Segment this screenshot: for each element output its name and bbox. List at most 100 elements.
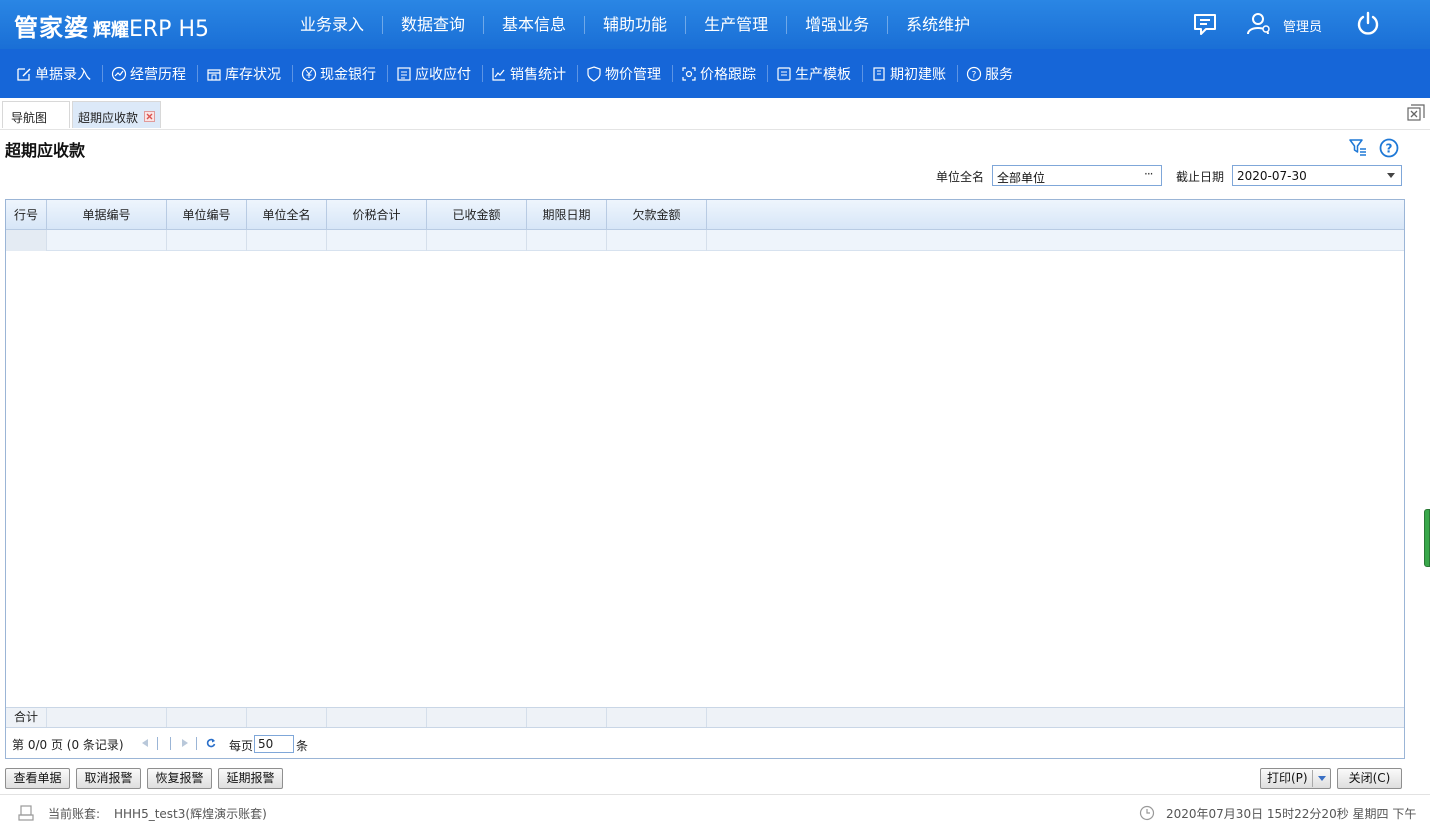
toolbar-label: 物价管理 [605, 66, 661, 83]
pager-divider [196, 737, 197, 750]
close-all-tabs-icon[interactable] [1407, 104, 1425, 122]
logo: 管家婆 辉耀 ERP H5 [14, 8, 209, 42]
toolbar-inventory[interactable]: 库存状况 [198, 65, 293, 83]
user-icon[interactable] [1246, 11, 1272, 37]
nav-item-data-query[interactable]: 数据查询 [383, 15, 485, 34]
toolbar-production-template[interactable]: 生产模板 [768, 65, 863, 83]
main-nav: 业务录入 数据查询 基本信息 辅助功能 生产管理 增强业务 系统维护 [282, 0, 988, 49]
toolbar-label: 生产模板 [795, 66, 851, 83]
prev-page-icon[interactable] [140, 738, 150, 748]
restore-alert-button[interactable]: 恢复报警 [147, 768, 212, 789]
chevron-down-icon[interactable] [1387, 173, 1395, 178]
next-page-icon[interactable] [180, 738, 190, 748]
toolbar-label: 应收应付 [415, 66, 471, 83]
per-page-label: 每页 [229, 739, 254, 753]
unit-picker-button[interactable]: ··· [1144, 167, 1154, 181]
svg-text:?: ? [1386, 142, 1393, 156]
pager: 第 0/0 页 (0 条记录) 每页 50 条 [6, 727, 1404, 758]
pager-info: 第 0/0 页 (0 条记录) [12, 738, 124, 752]
toolbar-opening-accounts[interactable]: 期初建账 [863, 65, 958, 83]
close-icon[interactable] [144, 111, 155, 122]
toolbar-label: 单据录入 [35, 66, 91, 83]
delay-alert-button[interactable]: 延期报警 [218, 768, 283, 789]
toolbar-receivable-payable[interactable]: 应收应付 [388, 65, 483, 83]
filter-cell[interactable] [47, 230, 167, 251]
date-label: 截止日期 [1176, 170, 1225, 184]
toolbar-label: 服务 [985, 66, 1013, 83]
toolbar-cash-bank[interactable]: 现金银行 [293, 65, 388, 83]
filter-cell [6, 230, 47, 251]
warehouse-icon [207, 68, 221, 81]
col-unit-name[interactable]: 单位全名 [247, 200, 327, 230]
help-icon: ? [966, 66, 982, 81]
logo-product: ERP H5 [129, 17, 209, 42]
grid-filter-row [6, 230, 1404, 251]
chevron-down-icon[interactable] [1318, 776, 1326, 781]
filter-cell[interactable] [607, 230, 707, 251]
toolbar-sales-stats[interactable]: 销售统计 [483, 65, 578, 83]
pager-divider [170, 737, 171, 750]
close-button[interactable]: 关闭(C) [1337, 768, 1402, 789]
per-page-unit: 条 [296, 739, 309, 753]
toolbar-business-history[interactable]: 经营历程 [103, 65, 198, 83]
col-bill-no[interactable]: 单据编号 [47, 200, 167, 230]
col-arrears[interactable]: 欠款金额 [607, 200, 707, 230]
toolbar-bill-entry[interactable]: 单据录入 [8, 65, 103, 83]
filter-cell[interactable] [427, 230, 527, 251]
footer-cell [527, 708, 607, 728]
nav-item-production[interactable]: 生产管理 [686, 15, 788, 34]
ledger-icon [397, 66, 411, 81]
tab-navigation-map[interactable]: 导航图 [2, 101, 70, 128]
top-header: 管家婆 辉耀 ERP H5 业务录入 数据查询 基本信息 辅助功能 生产管理 增… [0, 0, 1430, 49]
col-received[interactable]: 已收金额 [427, 200, 527, 230]
toolbar-label: 库存状况 [225, 66, 281, 83]
toolbar-price-management[interactable]: 物价管理 [578, 65, 673, 83]
refresh-icon[interactable] [206, 738, 216, 748]
nav-item-enhanced[interactable]: 增强业务 [787, 15, 889, 34]
message-icon[interactable] [1192, 11, 1218, 37]
quick-toolbar: 单据录入 经营历程 库存状况 现金银行 应收应付 销售统计 物价管理 价格跟踪 … [0, 49, 1430, 98]
footer-cell [47, 708, 167, 728]
pager-divider [157, 737, 158, 750]
yen-icon [301, 66, 317, 81]
page-title: 超期应收款 [5, 141, 86, 160]
date-field[interactable]: 2020-07-30 [1232, 165, 1402, 186]
footer-cell [607, 708, 707, 728]
filter-cell[interactable] [247, 230, 327, 251]
page-size-input[interactable]: 50 [254, 735, 294, 753]
chart-icon [492, 67, 505, 81]
cancel-alert-button[interactable]: 取消报警 [76, 768, 141, 789]
clock-icon [1139, 805, 1155, 821]
toolbar-label: 经营历程 [130, 66, 186, 83]
user-name[interactable]: 管理员 [1283, 16, 1322, 35]
side-drawer-handle[interactable] [1424, 509, 1430, 567]
nav-item-system[interactable]: 系统维护 [888, 15, 988, 34]
tab-overdue-receivables[interactable]: 超期应收款 [72, 101, 161, 128]
unit-field[interactable]: 全部单位 [992, 165, 1162, 186]
unit-label: 单位全名 [936, 170, 985, 184]
account-value: HHH5_test3(辉煌演示账套) [114, 807, 267, 821]
footer-cell [427, 708, 527, 728]
current-datetime: 2020年07月30日 15时22分20秒 星期四 下午 [1166, 807, 1417, 821]
nav-item-basic-info[interactable]: 基本信息 [484, 15, 586, 34]
toolbar-price-tracking[interactable]: 价格跟踪 [673, 65, 768, 83]
power-icon[interactable] [1355, 11, 1381, 37]
help-icon[interactable]: ? [1379, 138, 1399, 158]
col-due-date[interactable]: 期限日期 [527, 200, 607, 230]
nav-item-business-entry[interactable]: 业务录入 [282, 15, 384, 34]
col-unit-code[interactable]: 单位编号 [167, 200, 247, 230]
footer-cell [247, 708, 327, 728]
filter-cell[interactable] [167, 230, 247, 251]
filter-icon[interactable] [1349, 138, 1367, 156]
nav-item-auxiliary[interactable]: 辅助功能 [585, 15, 687, 34]
col-tax-total[interactable]: 价税合计 [327, 200, 427, 230]
col-row-no[interactable]: 行号 [6, 200, 47, 230]
print-divider [1312, 770, 1313, 787]
svg-text:?: ? [972, 70, 977, 80]
filter-cell[interactable] [527, 230, 607, 251]
account-label: 当前账套: [48, 807, 101, 821]
data-grid: 行号 单据编号 单位编号 单位全名 价税合计 已收金额 期限日期 欠款金额 合计… [5, 199, 1405, 759]
view-bill-button[interactable]: 查看单据 [5, 768, 70, 789]
toolbar-service[interactable]: ? 服务 [958, 65, 1024, 83]
filter-cell[interactable] [327, 230, 427, 251]
